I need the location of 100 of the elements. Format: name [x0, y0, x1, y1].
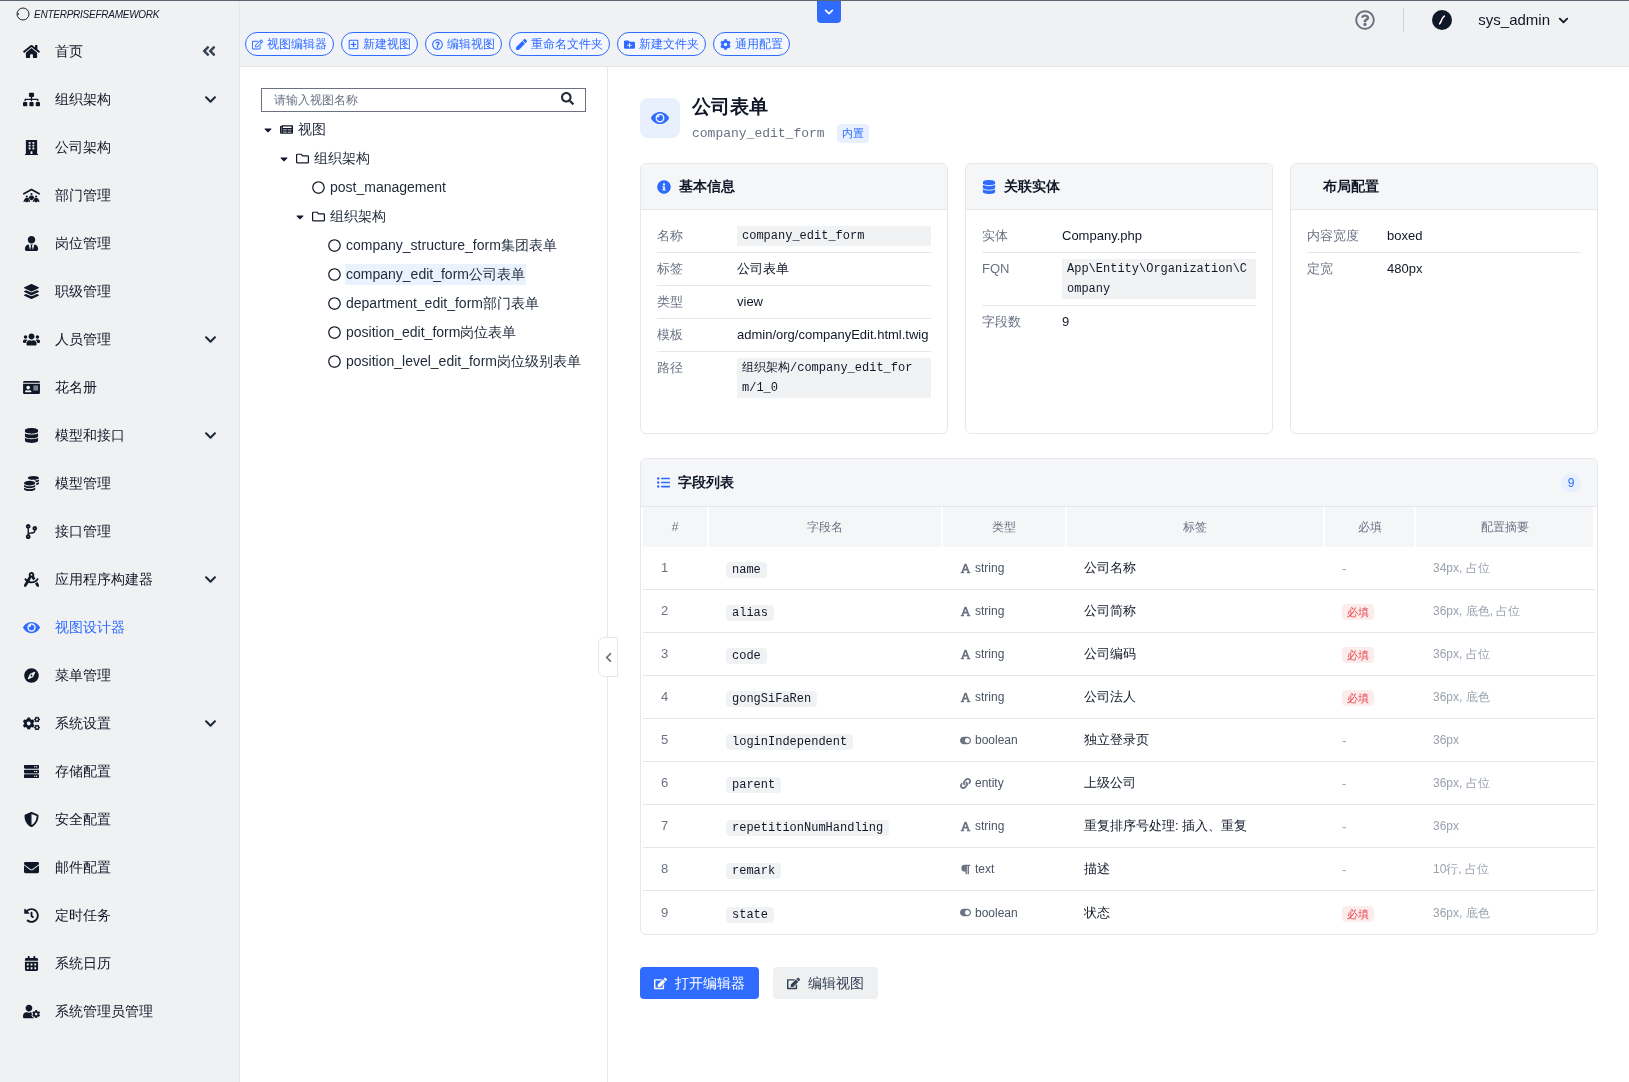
- envelope-icon: [23, 859, 40, 875]
- tree-item[interactable]: post_management: [329, 177, 447, 198]
- table-cell-text: 36px, 占位: [1432, 646, 1491, 663]
- toolbar-button[interactable]: 重命名文件夹: [509, 32, 610, 56]
- column-header: 类型: [943, 507, 1067, 547]
- table-cell-text: 36px, 底色: [1432, 689, 1491, 706]
- database-icon: [982, 179, 996, 194]
- table-cell-text: 4: [660, 688, 670, 707]
- table-cell-text: 10行, 占位: [1432, 861, 1490, 878]
- layers-icon: [23, 283, 40, 299]
- code-value: App\Entity\Organization\Company: [1062, 259, 1256, 299]
- column-header: #: [643, 507, 709, 547]
- open-editor-button[interactable]: 打开编辑器: [640, 967, 759, 999]
- nav-item[interactable]: 系统管理员管理: [0, 987, 239, 1035]
- tree-item[interactable]: 视图: [297, 119, 327, 140]
- edit-icon: [252, 38, 263, 50]
- tree-item[interactable]: 组织架构: [313, 148, 371, 169]
- field-name-code: state: [726, 906, 774, 923]
- nav-item[interactable]: 花名册: [0, 363, 239, 411]
- tree-item[interactable]: department_edit_form部门表单: [345, 293, 540, 314]
- nav-item[interactable]: 视图设计器: [0, 603, 239, 651]
- field-label: 名称: [657, 227, 684, 245]
- nav-item[interactable]: 安全配置: [0, 795, 239, 843]
- nav-item[interactable]: 公司架构: [0, 123, 239, 171]
- tree-item[interactable]: position_edit_form岗位表单: [345, 322, 518, 343]
- nav-item[interactable]: 岗位管理: [0, 219, 239, 267]
- building-icon: [23, 139, 40, 155]
- user-menu-button[interactable]: sys_admin: [1478, 8, 1569, 32]
- search-field[interactable]: 请输入视图名称: [261, 88, 586, 112]
- tree-item[interactable]: position_level_edit_form岗位级别表单: [345, 351, 582, 372]
- nav-item[interactable]: 模型和接口: [0, 411, 239, 459]
- toolbar-button[interactable]: 视图编辑器: [245, 32, 334, 56]
- table-cell-text: 36px, 底色, 占位: [1432, 603, 1522, 620]
- nav-item[interactable]: 定时任务: [0, 891, 239, 939]
- nav-item[interactable]: 模型管理: [0, 459, 239, 507]
- table-cell-text: 1: [660, 559, 670, 578]
- nav-item[interactable]: 首页: [0, 27, 239, 75]
- view-code: company_edit_form: [692, 124, 825, 143]
- nav-item[interactable]: 应用程序构建器: [0, 555, 239, 603]
- table-cell-text: 3: [660, 645, 670, 664]
- code-value: company_edit_form: [737, 226, 931, 246]
- table-cell-text: 独立登录页: [1083, 731, 1150, 750]
- search-icon[interactable]: [561, 92, 574, 105]
- newspaper-icon: [280, 123, 293, 136]
- dropdown-toggle-button[interactable]: [817, 1, 841, 23]
- field-value: boxed: [1387, 227, 1424, 245]
- nav-item[interactable]: 人员管理: [0, 315, 239, 363]
- nav-item[interactable]: 菜单管理: [0, 651, 239, 699]
- card-title: 字段列表: [678, 473, 735, 492]
- folder-icon: [296, 152, 309, 165]
- eye-icon: [23, 619, 40, 635]
- type-text: string: [975, 689, 1005, 706]
- nav-item[interactable]: 部门管理: [0, 171, 239, 219]
- type-text: entity: [975, 775, 1004, 792]
- toolbar-button[interactable]: 编辑视图: [425, 32, 502, 56]
- tree-item[interactable]: 组织架构: [329, 206, 387, 227]
- collapse-icon[interactable]: [201, 43, 217, 59]
- question-icon: [432, 38, 443, 50]
- link-icon: [960, 777, 971, 789]
- toolbar-button[interactable]: 通用配置: [713, 32, 790, 56]
- table-cell-text: 描述: [1083, 860, 1111, 879]
- type-text: string: [975, 603, 1005, 620]
- field-name-code: repetitionNumHandling: [726, 820, 890, 836]
- field-label: 内容宽度: [1307, 227, 1360, 245]
- settings-icon: [720, 38, 731, 50]
- table-cell-text: 8: [660, 860, 670, 879]
- field-label: FQN: [982, 260, 1011, 278]
- toolbar-button[interactable]: 新建视图: [341, 32, 418, 56]
- nav-item[interactable]: 系统日历: [0, 939, 239, 987]
- nav-item[interactable]: 邮件配置: [0, 843, 239, 891]
- field-label: 类型: [657, 293, 684, 311]
- nav-item[interactable]: 组织架构: [0, 75, 239, 123]
- edit-view-button[interactable]: 编辑视图: [773, 967, 878, 999]
- table-cell-text: 9: [660, 903, 670, 922]
- field-label: 定宽: [1307, 260, 1334, 278]
- tree-item[interactable]: company_edit_form公司表单: [345, 264, 526, 285]
- required-tag: 必填: [1342, 604, 1374, 620]
- toolbar-button[interactable]: 新建文件夹: [617, 32, 706, 56]
- field-value: view: [737, 293, 764, 311]
- table-cell-text: 36px, 底色: [1432, 904, 1491, 922]
- nav-item[interactable]: 职级管理: [0, 267, 239, 315]
- type-text: string: [975, 560, 1005, 577]
- history-icon: [23, 907, 40, 923]
- table-cell: -: [1342, 733, 1347, 748]
- field-name-code: gongSiFaRen: [726, 691, 818, 707]
- help-icon[interactable]: [1355, 10, 1376, 30]
- table-cell-text: 36px, 占位: [1432, 775, 1491, 792]
- pencil-icon: [516, 38, 527, 50]
- font-icon: [960, 820, 971, 832]
- required-tag: 必填: [1342, 690, 1374, 706]
- field-label: 标签: [657, 260, 684, 278]
- field-label: 路径: [657, 359, 684, 377]
- info-icon: [657, 179, 671, 194]
- nav-item[interactable]: 系统设置: [0, 699, 239, 747]
- nav-item[interactable]: 存储配置: [0, 747, 239, 795]
- font-icon: [960, 691, 971, 703]
- builtin-tag: 内置: [836, 124, 869, 143]
- tree-item[interactable]: company_structure_form集团表单: [345, 235, 558, 256]
- nav-item[interactable]: 接口管理: [0, 507, 239, 555]
- font-icon: [960, 562, 971, 574]
